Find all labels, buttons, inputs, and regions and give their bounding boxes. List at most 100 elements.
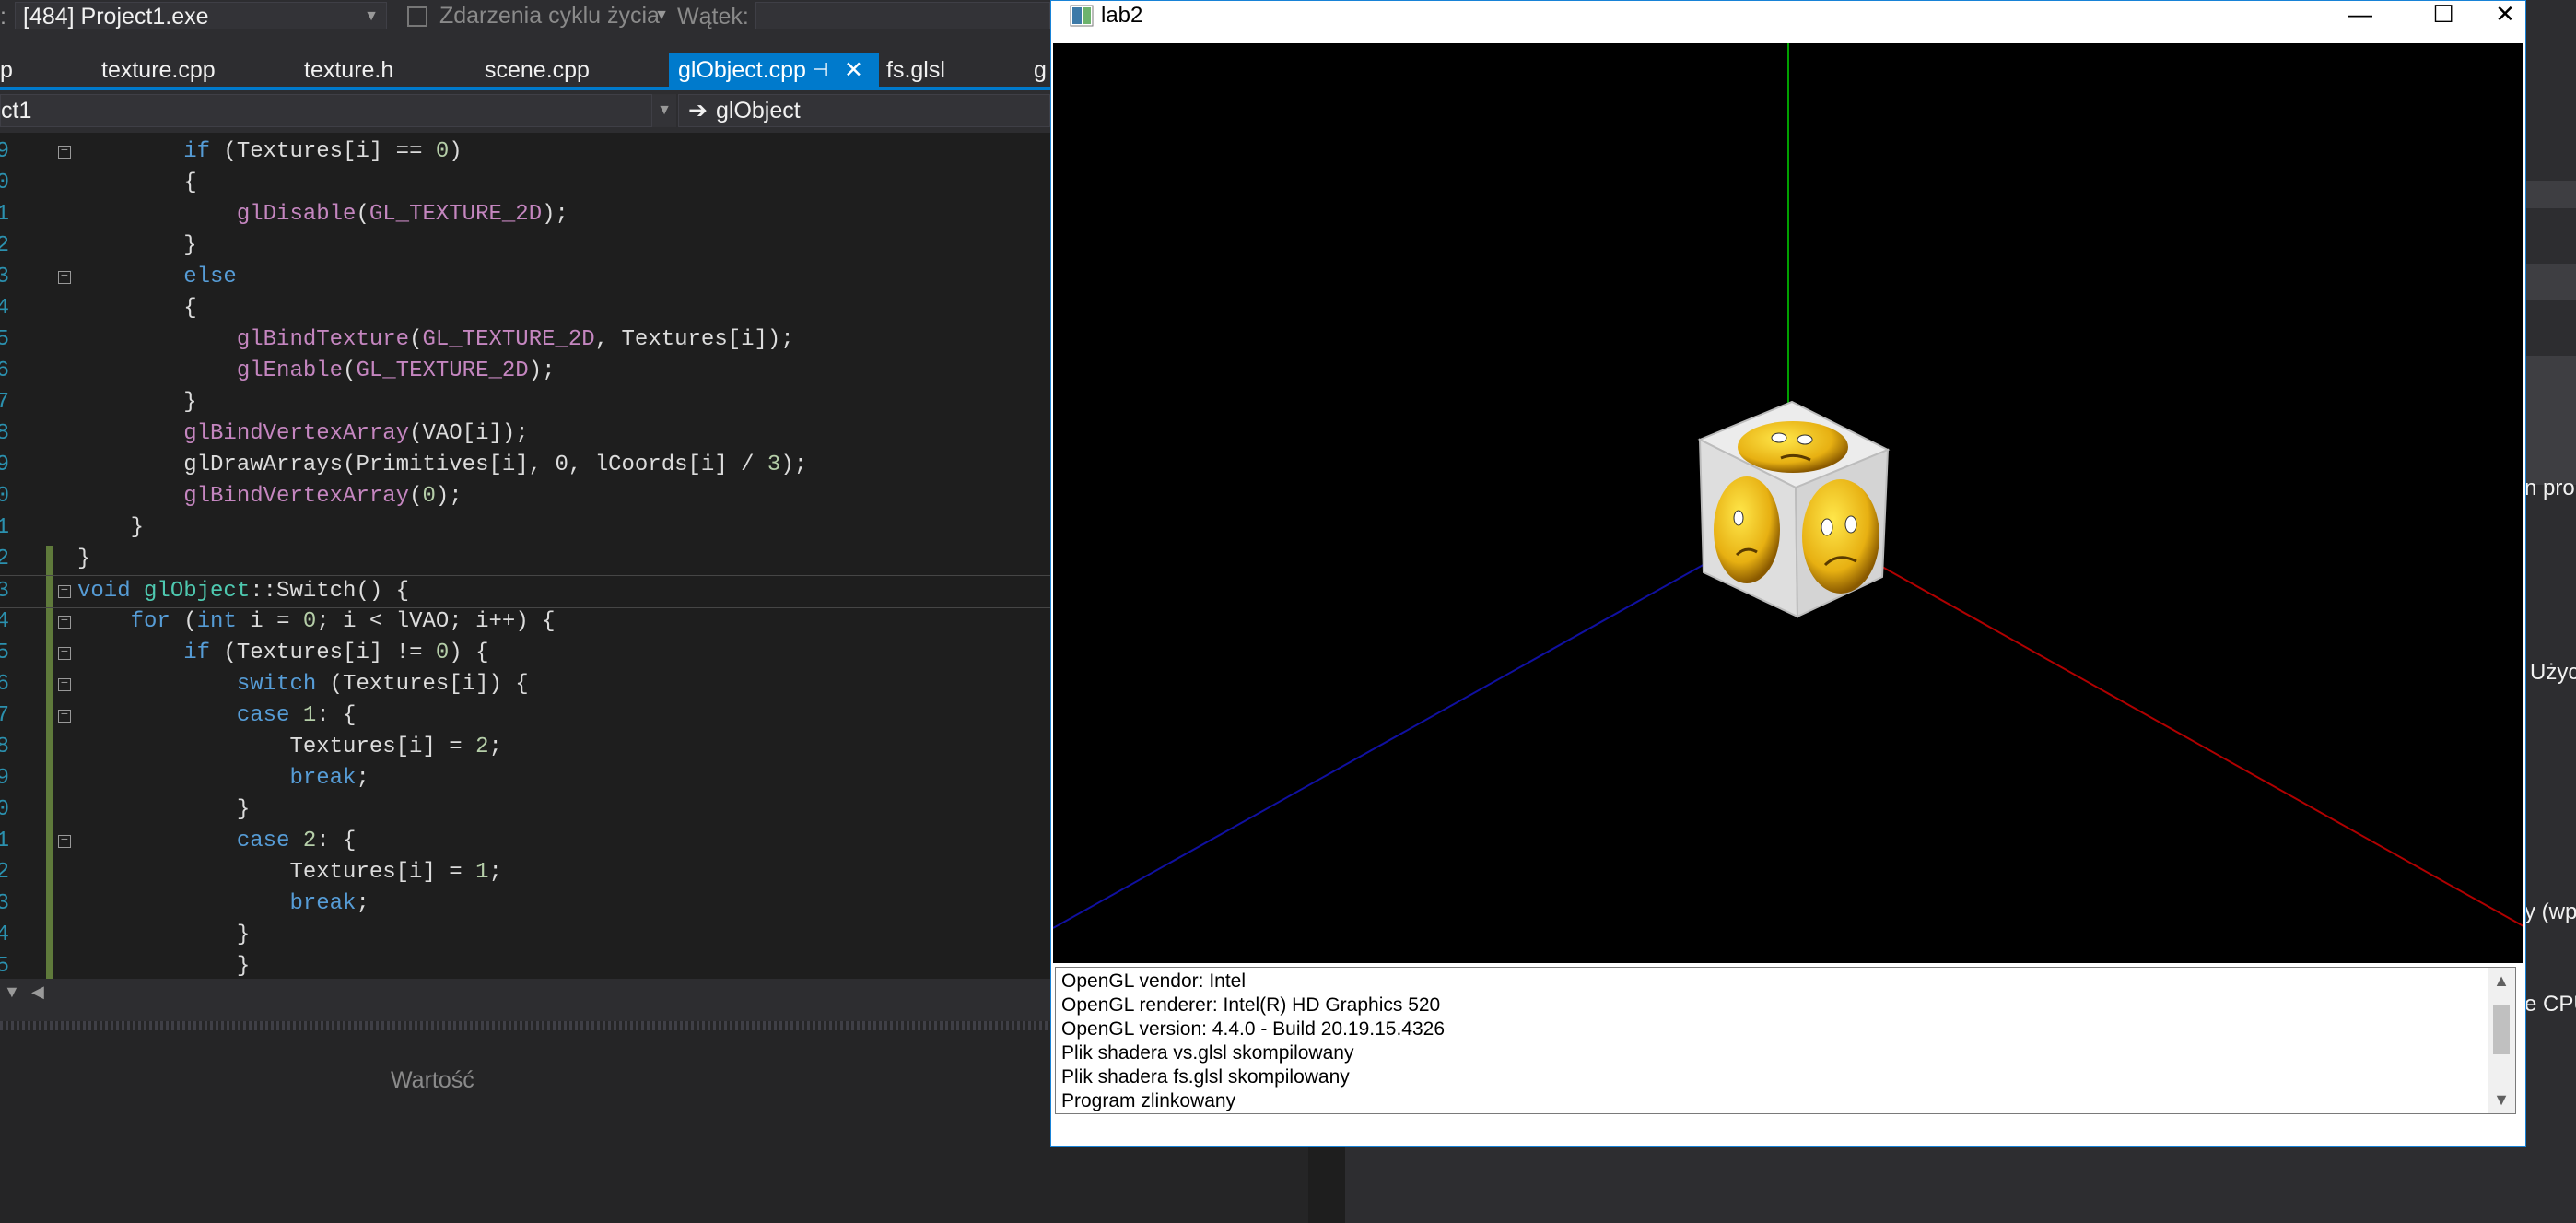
pin-icon[interactable]: ⊣ [813,53,828,87]
panel-text: Użyc [2530,660,2576,685]
code-line[interactable]: 6 − switch (Textures[i]) { [0,669,1050,700]
code-line[interactable]: 3 − void glObject::Switch() { [0,575,1050,608]
collapse-icon[interactable]: − [58,646,71,660]
scroll-down-icon[interactable]: ▼ [2488,1090,2515,1110]
lifecycle-events-dropdown[interactable]: Zdarzenia cyklu życia ▼ [400,2,673,29]
code-text: break; [289,891,369,916]
code-text: } [77,233,197,258]
collapse-icon[interactable]: − [58,584,71,598]
collapse-icon[interactable]: − [58,615,71,629]
code-editor[interactable]: 9− if (Textures[i] == 0) 0 {1 glDisable(G… [0,133,1050,979]
code-line[interactable]: 0 } [0,794,1050,826]
code-line[interactable]: 5 glBindTexture(GL_TEXTURE_2D, Textures[… [0,324,1050,356]
code-line[interactable]: 8 Textures[i] = 2; [0,732,1050,763]
line-number: 3 [0,891,9,916]
member-dropdown[interactable]: ➔ glObject [678,94,1050,127]
code-line[interactable]: 1 − case 2: { [0,826,1050,857]
tab-globject-cpp[interactable]: glObject.cpp ⊣ ✕ [669,53,879,87]
project-scope-dropdown[interactable]: ct1 [0,94,652,127]
line-number: 0 [0,171,9,195]
z-axis [1053,531,1763,929]
line-number: 5 [0,327,9,352]
line-number: 9 [0,766,9,791]
code-line[interactable]: 8 glBindVertexArray(VAO[i]); [0,418,1050,450]
process-value: [484] Project1.exe [23,4,209,29]
log-line: Plik shadera fs.glsl skompilowany [1061,1066,1350,1088]
tab-scene-cpp[interactable]: scene.cpp [485,53,590,87]
tab-p[interactable]: p [0,53,13,87]
line-number: 4 [0,609,9,634]
collapse-icon[interactable]: − [58,145,71,159]
panel-chart-area [2526,356,2576,485]
tab-g[interactable]: g [1034,53,1047,87]
tab-texture-cpp[interactable]: texture.cpp [101,53,216,87]
code-line[interactable]: 1 } [0,512,1050,544]
log-line: OpenGL version: 4.4.0 - Build 20.19.15.4… [1061,1018,1446,1040]
minimize-button[interactable]: — [2319,1,2402,30]
code-line[interactable]: 2} [0,544,1050,575]
line-number: 6 [0,359,9,383]
chevron-down-icon: ▼ [654,7,669,23]
chevron-down-icon: ▼ [364,8,379,24]
code-line[interactable]: 2 Textures[i] = 1; [0,857,1050,888]
collapse-icon[interactable]: − [58,270,71,284]
code-line[interactable]: 6 glEnable(GL_TEXTURE_2D); [0,356,1050,387]
gl-window-titlebar[interactable]: lab2 — ☐ ✕ [1051,1,2525,41]
code-line[interactable]: 3 − else [0,262,1050,293]
code-line[interactable]: 9 glDrawArrays(Primitives[i], 0, lCoords… [0,450,1050,481]
line-number: 3 [0,265,9,289]
scroll-down-icon[interactable]: ▼ [4,982,20,1002]
code-line[interactable]: 4 } [0,920,1050,951]
collapse-icon[interactable]: − [58,834,71,848]
maximize-button[interactable]: ☐ [2402,1,2485,30]
code-line[interactable]: 9 break; [0,763,1050,794]
scrollbar-thumb[interactable] [2493,1005,2510,1054]
window-title: lab2 [1101,3,1143,28]
code-line[interactable]: 1 glDisable(GL_TEXTURE_2D); [0,199,1050,230]
collapse-icon[interactable]: − [58,677,71,691]
code-text: } [77,515,145,540]
code-line[interactable]: 4 { [0,293,1050,324]
value-column-header[interactable]: Wartość [391,1067,474,1094]
scroll-up-icon[interactable]: ▲ [2488,971,2515,991]
horizontal-scrollbar[interactable]: ▼ ◀ [0,979,1050,1010]
thread-dropdown[interactable] [755,2,1050,29]
thread-label: Wątek: [677,4,749,29]
line-number: 1 [0,515,9,540]
log-line: OpenGL renderer: Intel(R) HD Graphics 52… [1061,994,1441,1016]
code-line[interactable]: 9 − if (Textures[i] == 0) [0,136,1050,168]
code-line[interactable]: 7 − case 1: { [0,700,1050,732]
code-line[interactable]: 5 − if (Textures[i] != 0) { [0,638,1050,669]
log-line: Plik shadera vs.glsl skompilowany [1061,1042,1354,1064]
scroll-left-icon[interactable]: ◀ [31,982,44,1002]
process-dropdown[interactable]: [484] Project1.exe ▼ [15,2,387,29]
code-text: case 2: { [236,829,357,853]
x-axis [1835,540,2523,927]
code-text: glEnable(GL_TEXTURE_2D); [236,359,556,383]
diagnostic-tools-panel: n pro Użyc y (wp e CPU [2524,33,2576,1139]
code-line[interactable]: 3 break; [0,888,1050,920]
tab-fs-glsl[interactable]: fs.glsl [886,53,945,87]
log-console[interactable]: OpenGL vendor: Intel OpenGL renderer: In… [1055,967,2516,1114]
code-line[interactable]: 7 } [0,387,1050,418]
line-number: 5 [0,954,9,979]
line-number: 8 [0,735,9,759]
code-line[interactable]: 0 { [0,168,1050,199]
code-text: else [183,265,237,289]
code-line[interactable]: 0 glBindVertexArray(0); [0,481,1050,512]
panel-text: n pro [2524,476,2575,500]
opengl-viewport[interactable] [1053,43,2523,963]
collapse-icon[interactable]: − [58,709,71,723]
lifecycle-icon [407,6,427,28]
process-label: : [0,4,6,29]
tab-texture-h[interactable]: texture.h [304,53,393,87]
code-line[interactable]: 4 − for (int i = 0; i < lVAO; i++) { [0,606,1050,638]
chevron-down-icon[interactable]: ▼ [652,94,676,127]
code-line[interactable]: 5 } [0,951,1050,979]
code-line[interactable]: 2 } [0,230,1050,262]
close-icon[interactable]: ✕ [844,53,863,87]
console-scrollbar[interactable]: ▲ ▼ [2488,968,2515,1113]
member-value: glObject [716,98,801,123]
close-button[interactable]: ✕ [2485,1,2525,30]
line-number: 8 [0,421,9,446]
